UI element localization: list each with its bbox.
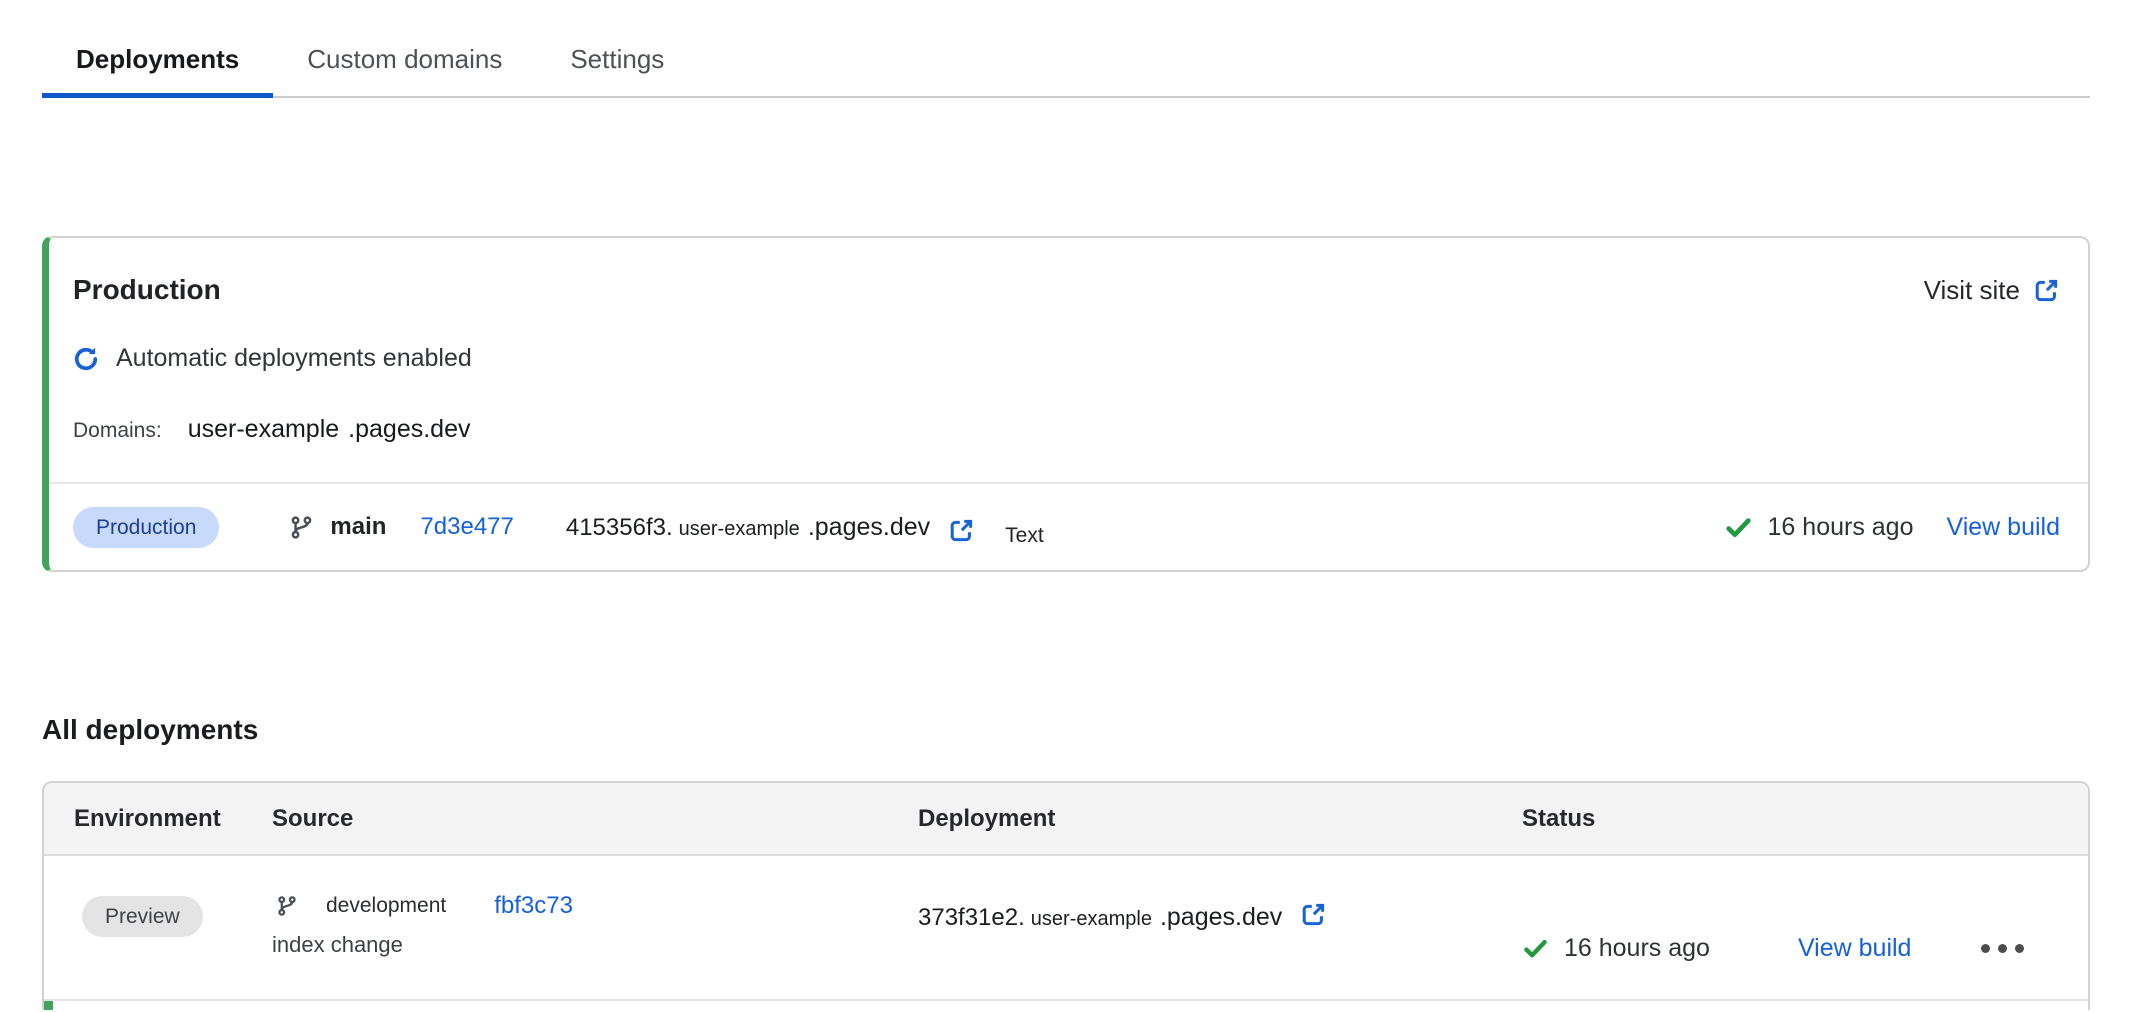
- visit-site-label: Visit site: [1924, 275, 2020, 306]
- row-menu-ellipsis-icon[interactable]: [1975, 938, 2030, 959]
- open-deployment-icon[interactable]: [1300, 901, 1327, 928]
- domain-suffix: .pages.dev: [348, 415, 470, 444]
- open-deployment-icon[interactable]: [948, 517, 975, 544]
- column-source: Source: [272, 805, 918, 833]
- visit-site-link[interactable]: Visit site: [1924, 275, 2060, 306]
- deployment-url-prefix: 415356f3.: [566, 514, 673, 542]
- all-deployments-heading: All deployments: [42, 714, 2090, 746]
- next-row-partial: [44, 1001, 2088, 1010]
- column-status: Status: [1522, 805, 2088, 833]
- column-deployment: Deployment: [918, 805, 1522, 833]
- deployments-table: Environment Source Deployment Status Pre…: [42, 781, 2090, 1010]
- environment-badge-preview: Preview: [82, 896, 203, 937]
- external-link-icon: [2033, 277, 2060, 304]
- tab-deployments[interactable]: Deployments: [42, 22, 273, 96]
- deployment-url-suffix: .pages.dev: [808, 513, 930, 542]
- deployment-url-name: user-example: [679, 518, 800, 541]
- tab-custom-domains[interactable]: Custom domains: [273, 22, 536, 96]
- auto-deploy-refresh-icon: [73, 346, 99, 372]
- view-build-link[interactable]: View build: [1946, 513, 2060, 542]
- git-branch-icon: [276, 895, 298, 917]
- deployment-url-suffix: .pages.dev: [1160, 903, 1282, 932]
- tab-bar: Deployments Custom domains Settings: [42, 22, 2090, 98]
- deployment-url-prefix: 373f31e2.: [918, 904, 1025, 932]
- text-annotation: Text: [1005, 524, 1044, 548]
- branch-name: main: [330, 513, 386, 541]
- table-row: Preview development fbf3c73: [44, 856, 2088, 1001]
- view-build-link[interactable]: View build: [1798, 934, 1912, 963]
- commit-hash-link[interactable]: 7d3e477: [420, 513, 513, 541]
- table-header: Environment Source Deployment Status: [44, 783, 2088, 856]
- success-check-icon: [1522, 935, 1549, 962]
- domains-label: Domains:: [73, 419, 162, 443]
- commit-message: index change: [272, 932, 918, 958]
- tab-settings[interactable]: Settings: [536, 22, 698, 96]
- domain-name: user-example: [188, 415, 339, 444]
- deployment-url-name: user-example: [1031, 908, 1152, 931]
- branch-name: development: [326, 894, 446, 918]
- environment-badge-production: Production: [73, 507, 219, 548]
- production-card-title: Production: [73, 274, 221, 306]
- success-check-icon: [1724, 513, 1753, 542]
- production-card: Production Visit site Automa: [42, 236, 2090, 572]
- production-deployment-row: Production main 7d3e477 415356f3. user-e…: [73, 484, 2060, 570]
- column-environment: Environment: [74, 805, 272, 833]
- deploy-time: 16 hours ago: [1768, 513, 1914, 542]
- commit-hash-link[interactable]: fbf3c73: [494, 892, 573, 920]
- git-branch-icon: [289, 515, 314, 540]
- auto-deploy-text: Automatic deployments enabled: [116, 344, 472, 373]
- deploy-time: 16 hours ago: [1564, 934, 1710, 963]
